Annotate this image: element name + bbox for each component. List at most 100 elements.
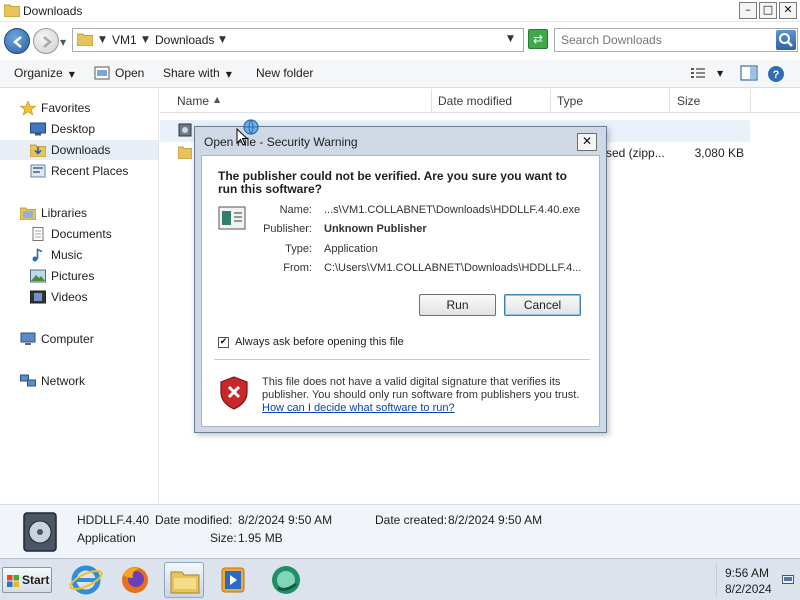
- column-header-date-modified[interactable]: Date modified: [432, 89, 551, 113]
- back-arrow-icon: [13, 36, 22, 48]
- publisher-value: Unknown Publisher: [324, 223, 427, 235]
- show-desktop-icon[interactable]: [782, 575, 794, 585]
- search-button[interactable]: [776, 30, 796, 50]
- sidebar-item-downloads[interactable]: Downloads: [0, 140, 158, 160]
- back-button[interactable]: [4, 28, 30, 54]
- share-with-menu[interactable]: Share with ▼: [163, 66, 232, 80]
- taskbar-internet-explorer[interactable]: [66, 562, 106, 598]
- media-app-icon: [272, 566, 300, 594]
- sidebar-item-music[interactable]: Music: [0, 245, 158, 265]
- documents-icon: [32, 227, 44, 241]
- column-header-type[interactable]: Type: [551, 89, 670, 113]
- taskbar-media-app[interactable]: [266, 562, 306, 598]
- maximize-button[interactable]: □: [759, 2, 777, 19]
- dialog-title: Open File - Security Warning: [204, 135, 358, 149]
- network-icon: [20, 374, 36, 387]
- forward-arrow-icon: [43, 36, 52, 48]
- details-pane: HDDLLF.4.40 Application Date modified: 8…: [0, 504, 800, 558]
- type-value: Application: [324, 243, 378, 255]
- address-dropdown-icon[interactable]: ▼: [507, 34, 514, 44]
- sidebar-item-label: Music: [51, 248, 83, 262]
- breadcrumb-arrow-icon[interactable]: ▼: [142, 35, 149, 45]
- file-name-value: ...s\VM1.COLLABNET\Downloads\HDDLLF.4.40…: [324, 204, 581, 216]
- windows-logo-icon: [7, 575, 19, 587]
- recent-pages-dropdown[interactable]: ▼: [60, 38, 66, 47]
- always-ask-checkbox[interactable]: ✔: [218, 337, 229, 348]
- file-explorer-icon: [170, 571, 200, 594]
- preview-pane-icon[interactable]: [740, 65, 758, 81]
- sidebar-item-network[interactable]: Network: [0, 371, 158, 391]
- details-size-label: Size:: [210, 531, 237, 545]
- from-label: From:: [283, 262, 312, 274]
- column-headers: Name ▲ Date modified Type Size: [160, 89, 800, 113]
- recent-places-icon: [30, 164, 46, 178]
- details-date-created: 8/2/2024 9:50 AM: [448, 513, 543, 527]
- dialog-heading: The publisher could not be verified. Are…: [218, 169, 567, 196]
- sidebar-item-computer[interactable]: Computer: [0, 329, 158, 349]
- dialog-separator: [214, 359, 590, 360]
- sidebar-item-pictures[interactable]: Pictures: [0, 266, 158, 286]
- breadcrumb-arrow-icon[interactable]: ▼: [219, 35, 226, 45]
- cancel-button[interactable]: Cancel: [504, 294, 581, 316]
- sidebar-item-favorites[interactable]: Favorites: [0, 98, 158, 118]
- taskbar-media-player[interactable]: [213, 562, 253, 598]
- sidebar-item-libraries[interactable]: Libraries: [0, 203, 158, 223]
- run-button[interactable]: Run: [419, 294, 496, 316]
- view-options-icon[interactable]: [690, 65, 706, 81]
- minimize-button[interactable]: –: [739, 2, 757, 19]
- system-clock[interactable]: 9:56 AM 8/2/2024: [716, 563, 780, 597]
- videos-icon: [30, 290, 46, 304]
- start-button[interactable]: Start: [2, 567, 52, 593]
- forward-button[interactable]: [33, 28, 59, 54]
- close-window-button[interactable]: ✕: [779, 2, 797, 19]
- open-icon: [94, 66, 110, 80]
- application-file-icon: [23, 512, 57, 552]
- sidebar-item-label: Favorites: [41, 101, 91, 115]
- publisher-label: Publisher:: [263, 223, 312, 235]
- internet-explorer-icon: [69, 565, 103, 595]
- refresh-icon: ⇄: [532, 32, 544, 46]
- taskbar: Start 9:56 AM 8/2/2024: [0, 558, 800, 600]
- taskbar-file-explorer[interactable]: [164, 562, 204, 598]
- refresh-button[interactable]: ⇄: [528, 29, 548, 49]
- search-icon: [779, 33, 793, 47]
- star-icon: [20, 101, 36, 115]
- details-date-modified-label: Date modified:: [155, 513, 233, 527]
- breadcrumb-arrow-icon[interactable]: ▼: [99, 35, 106, 45]
- folder-icon: [4, 4, 20, 17]
- start-label: Start: [22, 573, 50, 587]
- open-button[interactable]: Open: [115, 66, 144, 80]
- sidebar-item-label: Libraries: [41, 206, 88, 220]
- organize-menu[interactable]: Organize ▼: [14, 66, 75, 80]
- taskbar-firefox[interactable]: [115, 562, 155, 598]
- help-link[interactable]: How can I decide what software to run?: [262, 402, 455, 414]
- always-ask-label[interactable]: Always ask before opening this file: [235, 336, 404, 348]
- dialog-body: The publisher could not be verified. Are…: [201, 155, 600, 427]
- details-file-type: Application: [77, 531, 136, 545]
- breadcrumb-downloads[interactable]: Downloads: [155, 33, 214, 47]
- sidebar-item-videos[interactable]: Videos: [0, 287, 158, 307]
- view-dropdown-icon[interactable]: ▼: [717, 69, 723, 78]
- new-folder-button[interactable]: New folder: [256, 66, 313, 80]
- sidebar-item-recent-places[interactable]: Recent Places: [0, 161, 158, 181]
- navigation-pane: Favorites Desktop Downloads Recent Place…: [0, 89, 159, 503]
- search-box[interactable]: [554, 28, 798, 52]
- title-bar: Downloads – □ ✕: [0, 0, 800, 22]
- sidebar-item-documents[interactable]: Documents: [0, 224, 158, 244]
- search-input[interactable]: [561, 32, 771, 48]
- libraries-icon: [20, 207, 36, 220]
- column-header-label: Date modified: [438, 94, 513, 108]
- breadcrumb-vm1[interactable]: VM1: [112, 33, 137, 47]
- sidebar-item-label: Network: [41, 374, 86, 388]
- organize-label: Organize: [14, 66, 63, 80]
- media-player-icon: [221, 567, 245, 593]
- sidebar-item-desktop[interactable]: Desktop: [0, 119, 158, 139]
- details-date-modified: 8/2/2024 9:50 AM: [238, 513, 333, 527]
- column-header-size[interactable]: Size: [670, 89, 751, 113]
- help-icon[interactable]: ?: [767, 65, 785, 83]
- details-size: 1.95 MB: [238, 531, 283, 545]
- dialog-close-button[interactable]: ✕: [577, 133, 597, 151]
- address-bar[interactable]: ▼ VM1 ▼ Downloads ▼ ▼: [72, 28, 524, 52]
- column-header-name[interactable]: Name ▲: [160, 89, 432, 113]
- share-with-label: Share with: [163, 66, 220, 80]
